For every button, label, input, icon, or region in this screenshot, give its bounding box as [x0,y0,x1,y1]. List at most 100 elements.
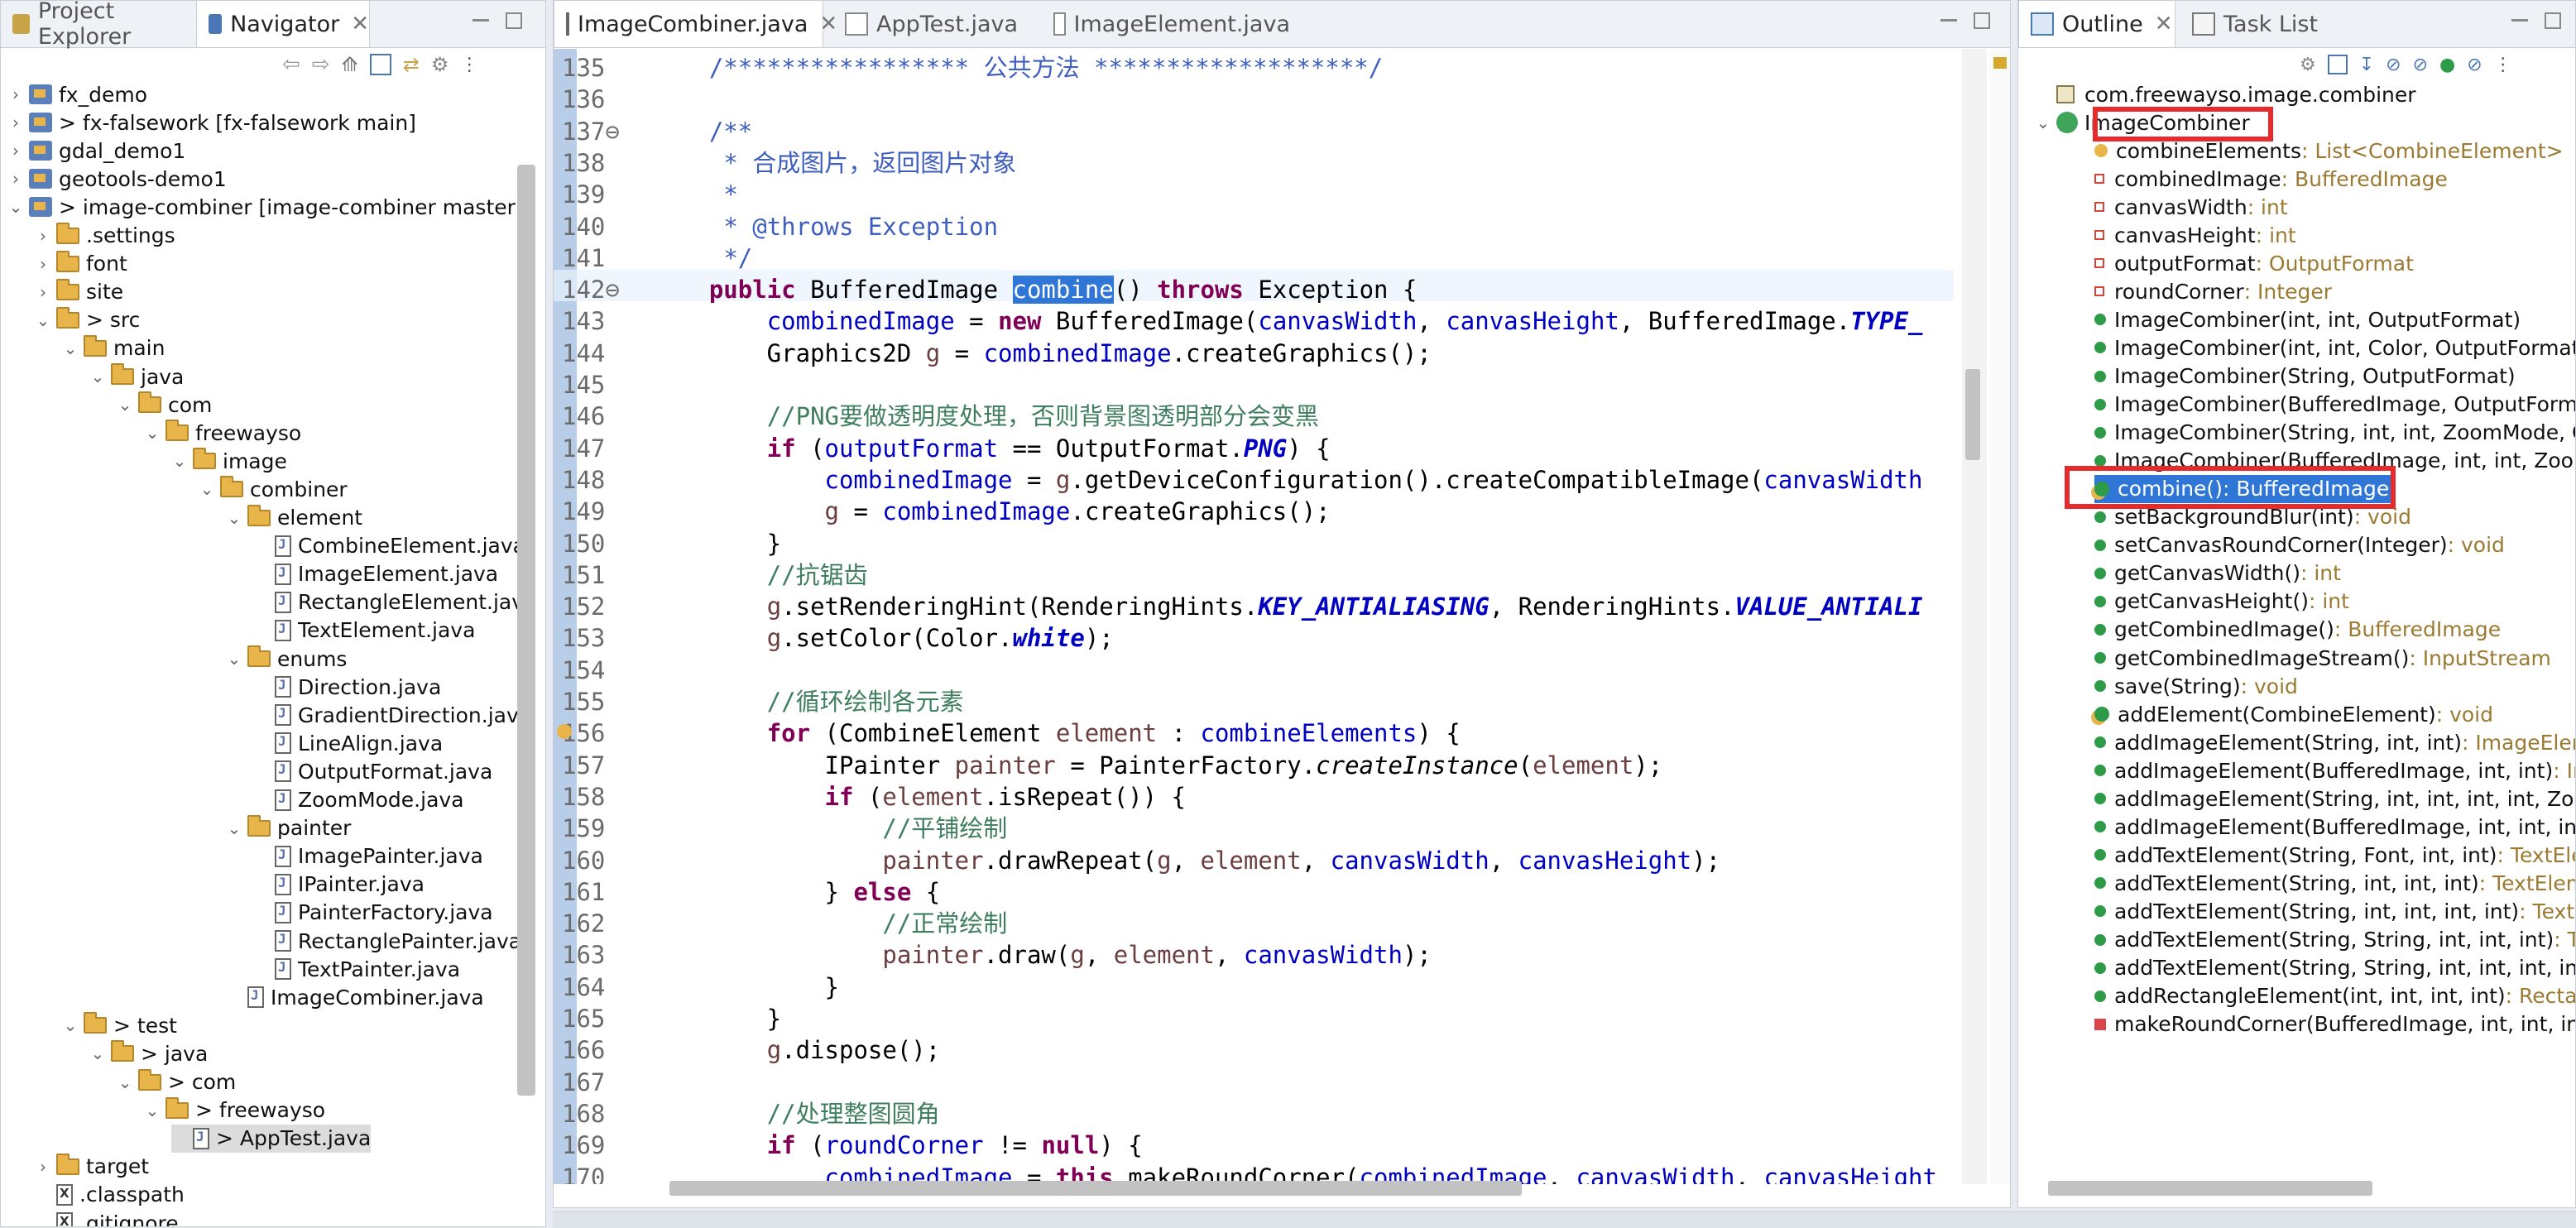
tree-item[interactable]: > AppTest.java [171,1124,372,1153]
tree-item[interactable]: ZoomMode.java [253,786,464,814]
outline-item[interactable]: canvasHeight : int [2094,221,2296,249]
code-line[interactable]: if (roundCorner != null) { [651,1130,1143,1161]
chevron-right-icon[interactable]: › [35,1157,51,1177]
filter-icon[interactable]: ⚙ [431,53,449,76]
outline-item[interactable]: canvasWidth : int [2094,193,2288,221]
maximize-icon[interactable] [1974,12,1990,29]
chevron-right-icon[interactable]: › [35,254,51,274]
code-line[interactable]: painter.draw(g, element, canvasWidth); [651,939,1432,971]
tree-item[interactable]: IPainter.java [253,871,425,899]
code-line[interactable]: //平铺绘制 [651,813,1007,844]
tree-item[interactable]: ⌄ > src [35,306,140,334]
outline-item[interactable]: makeRoundCorner(BufferedImage, int, int,… [2094,1010,2575,1039]
tab-navigator[interactable]: Navigator ✕ [196,1,370,47]
tree-item[interactable]: ImagePainter.java [253,842,483,871]
tree-item[interactable]: ⌄ > image-combiner [image-combiner master… [7,193,524,221]
tree-item[interactable]: › target [35,1153,149,1181]
tree-item[interactable]: ⌄ > java [89,1039,208,1067]
tab-project-explorer[interactable]: Project Explorer [1,1,191,50]
chevron-right-icon[interactable]: › [7,113,24,132]
code-line[interactable]: combinedImage = new BufferedImage(canvas… [651,305,1923,337]
up-icon[interactable]: ⟰ [342,53,358,76]
chevron-down-icon[interactable]: ⌄ [199,479,215,499]
code-line[interactable]: * @throws Exception [651,211,998,242]
forward-icon[interactable]: ⇨ [312,52,330,77]
code-line[interactable]: if (outputFormat == OutputFormat.PNG) { [651,433,1331,464]
close-icon[interactable]: ✕ [351,12,369,36]
outline-item[interactable]: addTextElement(String, int, int, int, in… [2094,897,2575,925]
code-line[interactable]: g.dispose(); [651,1034,941,1066]
view-menu-icon[interactable]: ⋮ [2494,55,2512,75]
link-editor-icon[interactable]: ⊘ [2467,55,2482,75]
hide-nonpublic-icon[interactable]: ⊘ [2413,55,2428,75]
collapse-all-icon[interactable] [2327,55,2348,74]
tree-item[interactable]: ImageCombiner.java [226,983,484,1011]
chevron-down-icon[interactable]: ⌄ [7,197,24,217]
chevron-right-icon[interactable]: › [35,282,51,302]
tree-item[interactable]: .gitignore [35,1209,179,1226]
view-menu-icon[interactable]: ⋮ [460,55,478,75]
tree-item[interactable]: ⌄ > test [62,1011,177,1039]
outline-item[interactable]: ImageCombiner(String, int, int, ZoomMode… [2094,419,2575,447]
back-icon[interactable]: ⇦ [282,52,300,77]
code-line[interactable]: //循环绘制各元素 [651,686,964,717]
outline-item[interactable]: setCanvasRoundCorner(Integer) : void [2094,531,2505,559]
code-line[interactable]: /** [651,116,752,147]
code-line[interactable]: * 合成图片，返回图片对象 [651,147,1016,179]
outline-item[interactable]: addTextElement(String, Font, int, int) :… [2094,841,2575,869]
tree-item[interactable]: ⌄ image [171,447,287,475]
code-line[interactable]: for (CombineElement element : combineEle… [651,717,1461,749]
sort-icon[interactable]: ↧ [2359,55,2374,75]
tree-item[interactable]: › site [35,278,123,306]
code-line[interactable]: /***************** 公共方法 ****************… [651,52,1383,84]
code-line[interactable]: g.setColor(Color.white); [651,622,1114,654]
code-line[interactable]: combinedImage = g.getDeviceConfiguration… [651,464,1923,496]
chevron-down-icon[interactable]: ⌄ [117,1072,133,1092]
chevron-down-icon[interactable]: ⌄ [226,818,242,838]
outline-item[interactable]: ImageCombiner(BufferedImage, OutputForma… [2094,391,2575,419]
code-line[interactable]: painter.drawRepeat(g, element, canvasWid… [651,845,1720,876]
tab-apptest-java[interactable]: AppTest.java [833,1,1024,47]
tree-item[interactable]: ⌄ painter [226,814,351,842]
tab-task-list[interactable]: Task List [2180,1,2346,47]
tree-item[interactable]: Direction.java [253,673,441,701]
chevron-down-icon[interactable]: ⌄ [144,423,161,443]
tree-item[interactable]: › .settings [35,222,175,250]
chevron-right-icon[interactable]: › [7,141,24,161]
tree-item[interactable]: ⌄ combiner [199,475,348,503]
tree-item[interactable]: ⌄ enums [226,645,347,673]
outline-item[interactable]: save(String) : void [2094,672,2298,700]
hide-static-icon[interactable]: ⊘ [2386,55,2401,75]
code-line[interactable]: } else { [651,876,941,908]
tree-item[interactable]: ⌄ main [62,334,165,362]
close-icon[interactable]: ✕ [2155,12,2173,36]
tab-imagecombiner-java[interactable]: ImageCombiner.java ✕ [554,1,837,47]
minimize-icon[interactable] [1940,19,1957,22]
tree-item[interactable]: › gdal_demo1 [7,137,185,165]
maximize-icon[interactable] [2545,12,2561,29]
chevron-down-icon[interactable]: ⌄ [144,1101,161,1120]
chevron-right-icon[interactable]: › [7,169,24,189]
editor-vertical-scrollbar[interactable] [1965,369,1980,460]
tree-item[interactable]: RectangleElement.java [253,588,536,616]
tree-item[interactable]: ImageElement.java [253,560,498,588]
link-editor-icon[interactable]: ⇄ [403,53,420,76]
tree-item[interactable]: › > fx-falsework [fx-falsework main] [7,108,416,137]
tree-item[interactable]: OutputFormat.java [253,757,492,785]
chevron-down-icon[interactable]: ⌄ [226,508,242,528]
hide-fields-icon[interactable]: ⚙ [2300,55,2316,75]
tree-item[interactable]: LineAlign.java [253,729,443,757]
chevron-down-icon[interactable]: ⌄ [89,1043,106,1063]
code-line[interactable]: } [651,528,781,559]
code-line[interactable]: * [651,179,737,210]
outline-item[interactable]: ImageCombiner(String, OutputFormat) [2094,362,2516,391]
outline-item[interactable]: ImageCombiner(int, int, OutputFormat) [2094,305,2521,333]
outline-item[interactable]: addTextElement(String, int, int, int) : … [2094,869,2575,897]
tab-imageelement-java[interactable]: ImageElement.java [1042,1,1290,47]
chevron-down-icon[interactable]: ⌄ [117,395,133,415]
code-line[interactable]: Graphics2D g = combinedImage.createGraph… [651,338,1432,369]
chevron-down-icon[interactable]: ⌄ [35,310,51,330]
minimize-icon[interactable] [473,19,489,22]
outline-item[interactable]: ImageCombiner(int, int, Color, OutputFor… [2094,333,2575,362]
outline-item[interactable]: roundCorner : Integer [2094,277,2332,305]
